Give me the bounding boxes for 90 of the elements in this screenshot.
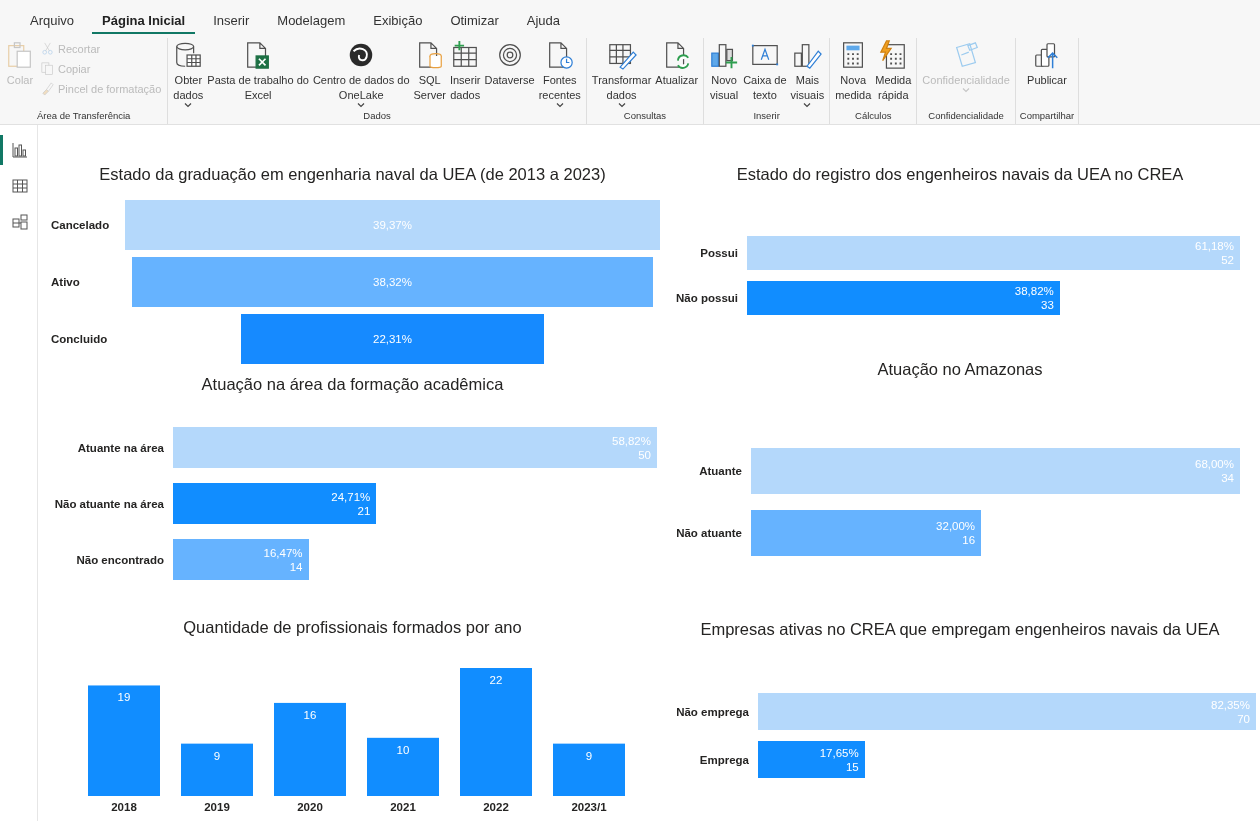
count-label: 33 <box>1041 298 1054 312</box>
ribbon-button[interactable]: Dataverse <box>483 38 536 90</box>
value-label: 82,35% <box>1211 697 1250 712</box>
ribbon-button[interactable]: SQL Server <box>412 38 447 105</box>
value-label: 39,37% <box>373 218 412 232</box>
data-label: 19 <box>117 691 131 704</box>
group-label: Dados <box>363 110 391 123</box>
ribbon-button[interactable]: Mais visuais <box>789 38 826 110</box>
ribbon-tab[interactable]: Otimizar <box>440 8 509 34</box>
chart-title: Estado da graduação em engenharia naval da UEA (de 2013 a 2023) <box>98 164 607 185</box>
ribbon-button[interactable]: Fontes recentes <box>537 38 582 110</box>
chart-title: Atuação no Amazonas <box>876 359 1044 380</box>
count-label: 14 <box>289 559 303 574</box>
bar <box>367 737 439 796</box>
group-label: Área de Transferência <box>36 110 131 123</box>
chart-title: Estado do registro dos engenheiros navais da UEA no CREA <box>735 164 1185 185</box>
category-label: Não atuante <box>675 527 743 539</box>
category-label: 2023/1 <box>571 801 607 813</box>
category-label: Não emprega <box>675 705 750 718</box>
value-label: 61,18% <box>1195 239 1234 253</box>
count-label: 34 <box>1221 471 1234 485</box>
count-label: 15 <box>845 759 859 774</box>
ribbon-button[interactable]: Publicar <box>1026 38 1068 90</box>
count-label: 70 <box>1237 711 1250 726</box>
category-label: 2018 <box>111 801 137 813</box>
value-label: 58,82% <box>612 433 651 448</box>
chart-title: Quantidade de profissionais formados por ano <box>182 617 523 638</box>
ribbon-tab[interactable]: Ajuda <box>516 8 570 34</box>
value-label: 38,32% <box>373 275 412 289</box>
value-label: 38,82% <box>1014 284 1054 298</box>
report-view-icon <box>12 142 28 158</box>
group-label: Consultas <box>623 110 667 123</box>
scissors-icon <box>40 41 55 56</box>
value-label: 22,31% <box>373 332 412 346</box>
ribbon-button[interactable]: Nova medida <box>834 38 873 105</box>
chart-title: Empresas ativas no CREA que empregam engenheiros navais da UEA <box>699 619 1221 640</box>
ribbon-tab[interactable]: Arquivo <box>20 8 85 34</box>
data-label: 9 <box>585 749 593 762</box>
ribbon-tab[interactable]: Página Inicial <box>92 8 196 34</box>
category-label: 2020 <box>297 801 323 813</box>
group-label: Inserir <box>753 110 780 123</box>
category-label: 2021 <box>390 801 416 813</box>
table-view-icon <box>12 178 28 194</box>
category-label: Atuante na área <box>76 441 165 454</box>
category-label: Não encontrado <box>75 553 165 566</box>
ribbon-tab[interactable]: Exibição <box>363 8 433 34</box>
value-label: 17,65% <box>819 745 859 760</box>
category-label: 2019 <box>204 801 230 813</box>
ribbon-button[interactable]: Pasta de trabalho do Excel <box>206 38 310 105</box>
copy-icon <box>40 61 55 76</box>
chart-title: Atuação na área da formação acadêmica <box>200 374 505 395</box>
ribbon-tab[interactable]: Inserir <box>203 8 260 34</box>
count-label: 50 <box>638 447 651 462</box>
value-label: 24,71% <box>331 489 371 504</box>
group-label: Confidencialidade <box>928 110 1004 123</box>
count-label: 21 <box>357 503 371 518</box>
category-label: Atuante <box>698 465 743 477</box>
group-label: Compartilhar <box>1019 110 1075 123</box>
category-label: Concluido <box>50 333 109 345</box>
value-label: 68,00% <box>1195 457 1234 471</box>
category-label: Emprega <box>698 753 750 766</box>
data-label: 10 <box>396 743 410 756</box>
category-label: Cancelado <box>50 219 111 231</box>
ribbon-button[interactable]: Transformar dados <box>590 38 653 110</box>
category-label: 2022 <box>483 801 509 813</box>
group-label: Cálculos <box>855 110 892 123</box>
ribbon-button[interactable]: Centro de dados do OneLake <box>311 38 411 110</box>
ribbon-button[interactable]: Caixa de texto <box>742 38 788 105</box>
brush-icon <box>40 81 55 96</box>
value-label: 16,47% <box>263 545 303 560</box>
ribbon-button[interactable]: Atualizar <box>654 38 700 90</box>
count-label: 16 <box>962 533 976 547</box>
data-label: 9 <box>213 749 221 762</box>
value-label: 32,00% <box>936 519 976 533</box>
ribbon-button[interactable]: Novo visual <box>708 38 741 105</box>
category-label: Possui <box>699 247 739 259</box>
model-view-icon <box>12 214 28 230</box>
ribbon-tab[interactable]: Modelagem <box>267 8 356 34</box>
category-label: Não possui <box>675 292 739 304</box>
ribbon-button[interactable]: Obter dados <box>172 38 205 110</box>
category-label: Não atuante na área <box>53 497 165 510</box>
data-label: 22 <box>489 674 503 686</box>
database-icon <box>173 40 204 70</box>
bar <box>181 743 253 796</box>
count-label: 52 <box>1221 253 1234 267</box>
ribbon-button[interactable]: Inserir dados <box>448 38 482 105</box>
category-label: Ativo <box>50 276 81 288</box>
data-label: 16 <box>303 708 317 721</box>
ribbon-button[interactable]: Medida rápida <box>874 38 913 105</box>
bar <box>553 743 625 796</box>
